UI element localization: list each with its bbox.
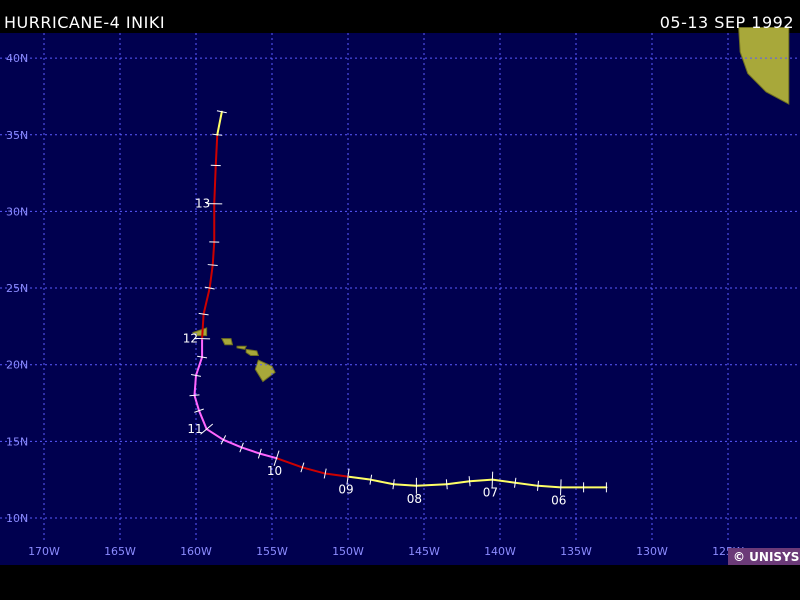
lon-tick-label: 135W <box>560 545 592 558</box>
lat-tick-label: 40N <box>6 52 28 65</box>
hurricane-track-map: 40N 35N 30N 25N 20N 15N 10N 170W 165W 160W 155W 150… <box>0 0 800 600</box>
storm-title: HURRICANE-4 INIKI <box>4 13 166 32</box>
lat-tick-label: 10N <box>6 512 28 525</box>
day-label: 07 <box>483 486 498 500</box>
lon-tick-label: 160W <box>180 545 212 558</box>
lon-tick-label: 150W <box>332 545 364 558</box>
day-label: 08 <box>407 492 422 506</box>
day-label: 13 <box>195 197 210 211</box>
day-label: 11 <box>187 422 202 436</box>
day-label: 10 <box>267 464 282 478</box>
lat-tick-label: 25N <box>6 282 28 295</box>
lon-tick-label: 130W <box>636 545 668 558</box>
day-label: 09 <box>338 483 353 497</box>
lon-tick-label: 140W <box>484 545 516 558</box>
lon-tick-label: 145W <box>408 545 440 558</box>
day-label: 12 <box>183 332 198 346</box>
storm-dates: 05-13 SEP 1992 <box>659 13 794 32</box>
lon-tick-label: 155W <box>256 545 288 558</box>
lat-tick-label: 20N <box>6 359 28 372</box>
lat-tick-label: 30N <box>6 205 28 218</box>
lon-tick-label: 170W <box>28 545 60 558</box>
copyright-badge: © UNISYS <box>728 548 800 565</box>
lon-tick-label: 165W <box>104 545 136 558</box>
day-label: 06 <box>551 493 566 507</box>
lat-tick-label: 35N <box>6 129 28 142</box>
lat-tick-label: 15N <box>6 435 28 448</box>
copyright-text: © UNISYS <box>733 550 799 564</box>
